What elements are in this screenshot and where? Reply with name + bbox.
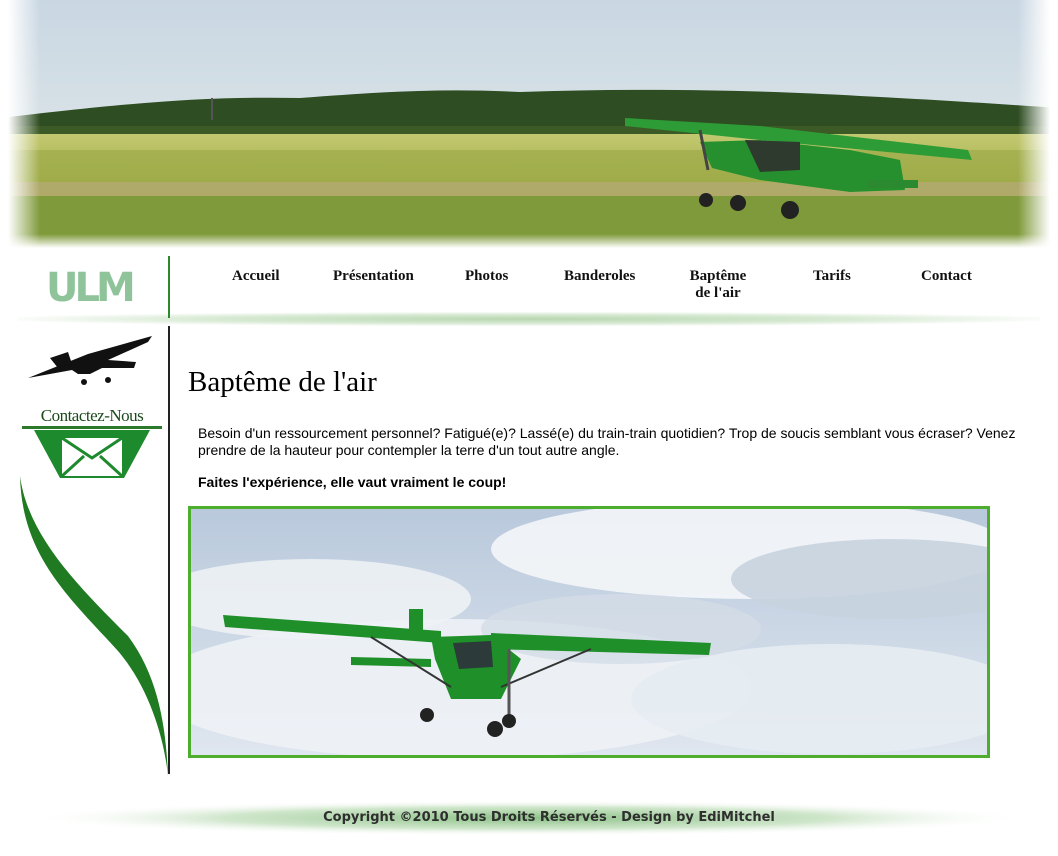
nav-item-bapteme-line2: de l'air bbox=[695, 285, 741, 301]
navigation-bar: ULM Accueil Présentation Photos Banderol… bbox=[18, 248, 1040, 326]
footer: Copyright ©2010 Tous Droits Réservés - D… bbox=[18, 792, 1040, 842]
intro-paragraph: Besoin d'un ressourcement personnel? Fat… bbox=[198, 425, 1016, 458]
nav-item-banderoles[interactable]: Banderoles bbox=[564, 268, 635, 285]
site-logo[interactable]: ULM bbox=[46, 266, 136, 310]
nav-item-tarifs[interactable]: Tarifs bbox=[813, 268, 851, 285]
nav-item-bapteme-line1: Baptême bbox=[689, 268, 747, 284]
nav-item-presentation[interactable]: Présentation bbox=[333, 268, 414, 285]
contact-underline bbox=[22, 426, 162, 429]
nav-item-bapteme[interactable]: Baptême de l'air bbox=[683, 268, 753, 302]
tagline: Faites l'expérience, elle vaut vraiment … bbox=[198, 474, 507, 490]
nav-divider bbox=[168, 256, 170, 318]
plane-photo bbox=[188, 506, 990, 758]
sidebar: Contactez-Nous bbox=[18, 326, 170, 776]
sky-photo bbox=[191, 509, 987, 755]
header-banner-image bbox=[0, 0, 1058, 248]
contact-us-label[interactable]: Contactez-Nous bbox=[22, 406, 162, 426]
decorative-swoosh bbox=[20, 476, 168, 776]
banner-landscape bbox=[0, 0, 1058, 248]
footer-copyright: Copyright ©2010 Tous Droits Réservés - D… bbox=[323, 810, 775, 825]
main-menu: Accueil Présentation Photos Banderoles B… bbox=[178, 268, 1038, 318]
plane-silhouette-icon bbox=[28, 336, 152, 385]
nav-item-contact[interactable]: Contact bbox=[921, 268, 972, 285]
page-title: Baptême de l'air bbox=[188, 366, 377, 398]
envelope-icon[interactable] bbox=[34, 430, 150, 478]
nav-item-accueil[interactable]: Accueil bbox=[232, 268, 279, 285]
nav-item-photos[interactable]: Photos bbox=[465, 268, 508, 285]
